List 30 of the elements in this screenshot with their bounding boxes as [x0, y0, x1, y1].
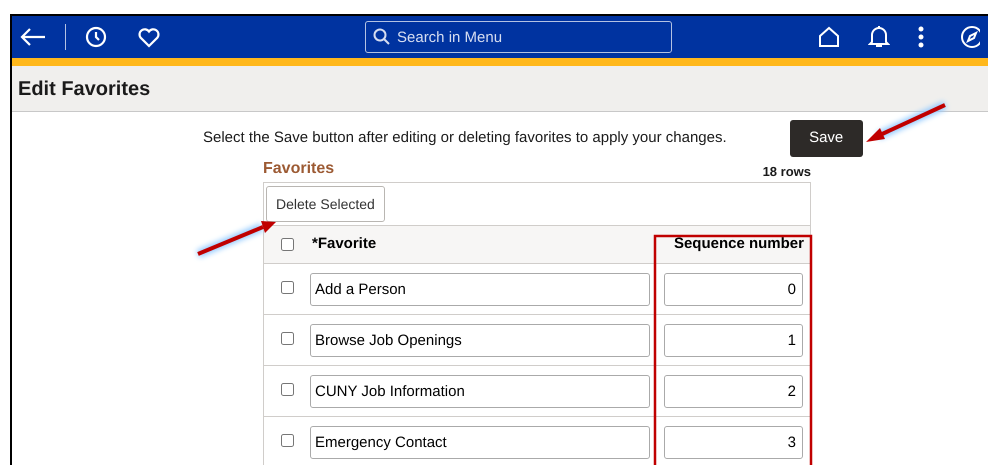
favorite-field[interactable]: Emergency Contact	[310, 426, 650, 458]
sequence-field[interactable]: 3	[664, 426, 803, 458]
sequence-field[interactable]: 1	[664, 324, 803, 356]
select-all-checkbox[interactable]	[280, 238, 294, 251]
favorite-field[interactable]: Add a Person	[310, 272, 650, 306]
favorite-field[interactable]: CUNY Job Information	[310, 374, 650, 408]
row-checkbox[interactable]	[280, 434, 294, 446]
heart-icon[interactable]	[137, 26, 161, 48]
delete-selected-button[interactable]: Delete Selected	[266, 186, 385, 222]
compass-icon[interactable]	[960, 25, 980, 49]
page-title: Edit Favorites	[18, 76, 150, 102]
clock-icon[interactable]	[85, 26, 107, 48]
column-header: *Favorite	[311, 234, 378, 254]
column-header: Sequence number	[672, 234, 805, 254]
more-options-icon[interactable]	[918, 26, 924, 48]
bell-icon[interactable]	[868, 25, 890, 49]
row-checkbox[interactable]	[280, 382, 294, 396]
row-count: 18 rows	[762, 162, 811, 180]
instruction-text: Select the Save button after editing or deleting favorites to apply your changes.	[203, 128, 727, 148]
search-icon	[373, 28, 390, 45]
search-field[interactable]: Search in Menu	[365, 21, 672, 53]
grid-title: Favorites	[263, 159, 334, 179]
back-arrow-icon[interactable]	[20, 27, 46, 47]
row-checkbox[interactable]	[280, 280, 294, 294]
sequence-field[interactable]: 2	[664, 374, 803, 408]
save-button[interactable]: Save	[790, 120, 863, 157]
favorite-field[interactable]: Browse Job Openings	[310, 324, 650, 356]
sequence-field[interactable]: 0	[664, 272, 803, 306]
row-checkbox[interactable]	[280, 332, 294, 344]
home-icon[interactable]	[818, 26, 840, 48]
